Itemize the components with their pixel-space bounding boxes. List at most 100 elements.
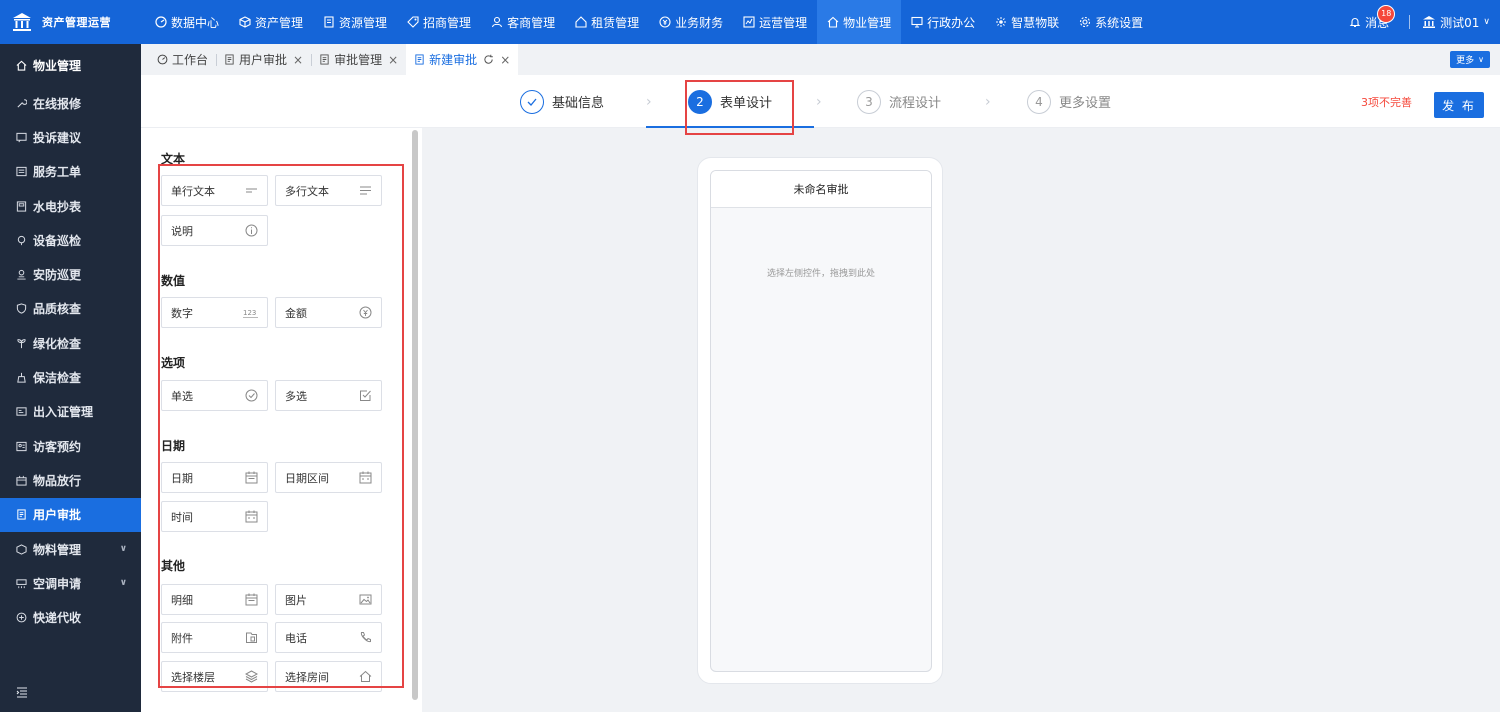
sidebar-item-greening-check[interactable]: 绿化检查: [0, 326, 141, 360]
check-icon: [520, 89, 544, 114]
phone-icon: [360, 632, 371, 643]
broom-icon: [17, 372, 26, 383]
tab-workbench[interactable]: 工作台: [141, 44, 216, 75]
sidebar-item-ac-request[interactable]: 空调申请 ∨: [0, 566, 141, 600]
form-title: 未命名审批: [711, 171, 931, 208]
palette-scrollbar[interactable]: [412, 130, 418, 700]
cube-icon: [239, 16, 251, 28]
top-bar: 资产管理运营 数据中心 资产管理 资源管理 招商管理 客商管理 租赁管理 业务财…: [0, 0, 1500, 44]
control-multi-line-text[interactable]: 多行文本: [275, 175, 382, 206]
control-multi-choice[interactable]: 多选: [275, 380, 382, 411]
home-icon: [16, 60, 27, 71]
home-icon: [827, 16, 839, 28]
topnav-data-center[interactable]: 数据中心: [145, 0, 229, 44]
close-icon[interactable]: ×: [388, 53, 398, 67]
parcel-icon: [16, 612, 27, 623]
step-process-design[interactable]: 3 流程设计: [857, 75, 941, 128]
sidebar-item-equipment-inspection[interactable]: 设备巡检: [0, 223, 141, 257]
tab-user-approval[interactable]: 用户审批 ×: [216, 44, 311, 75]
sidebar-item-parcel[interactable]: 快递代收: [0, 600, 141, 634]
incomplete-warning[interactable]: 3项不完善: [1361, 75, 1412, 128]
step-form-design[interactable]: 2 表单设计: [688, 75, 772, 128]
top-nav: 数据中心 资产管理 资源管理 招商管理 客商管理 租赁管理 业务财务 运营管理: [145, 0, 1153, 44]
control-time[interactable]: 时间: [161, 501, 268, 532]
sidebar-item-work-order[interactable]: 服务工单: [0, 155, 141, 189]
publish-button[interactable]: 发 布: [1434, 92, 1484, 118]
chevron-down-icon: ∨: [1478, 55, 1484, 64]
sidebar-item-meter-reading[interactable]: 水电抄表: [0, 189, 141, 223]
tab-new-approval[interactable]: 新建审批 ×: [406, 44, 519, 75]
step-more-settings[interactable]: 4 更多设置: [1027, 75, 1111, 128]
group-title-date: 日期: [161, 439, 186, 453]
sidebar-item-access-card[interactable]: 出入证管理: [0, 395, 141, 429]
group-title-text: 文本: [161, 152, 186, 166]
ac-icon: [16, 579, 27, 588]
topnav-operation[interactable]: 运营管理: [733, 0, 817, 44]
control-phone[interactable]: 电话: [275, 622, 382, 653]
house-icon: [359, 670, 372, 682]
device-icon: [17, 235, 26, 245]
close-icon[interactable]: ×: [500, 53, 510, 67]
collapse-menu-icon[interactable]: [16, 686, 28, 698]
topnav-resource[interactable]: 资源管理: [313, 0, 397, 44]
sidebar-item-cleaning-check[interactable]: 保洁检查: [0, 360, 141, 394]
sidebar-item-user-approval[interactable]: 用户审批: [0, 497, 141, 532]
image-icon: [359, 594, 372, 605]
sidebar-item-visitor-booking[interactable]: 访客预约: [0, 429, 141, 463]
control-single-line-text[interactable]: 单行文本: [161, 175, 268, 206]
topnav-finance[interactable]: 业务财务: [649, 0, 733, 44]
topnav-settings[interactable]: 系统设置: [1069, 0, 1153, 44]
control-select-floor[interactable]: 选择楼层: [161, 661, 268, 692]
sidebar-item-complaint[interactable]: 投诉建议: [0, 120, 141, 154]
sidebar-item-material[interactable]: 物料管理 ∨: [0, 532, 141, 566]
phone-screen[interactable]: 未命名审批 选择左侧控件，拖拽到此处: [710, 170, 932, 672]
calendar-time-icon: [245, 510, 258, 523]
sidebar-item-online-repair[interactable]: 在线报修: [0, 86, 141, 120]
bank-building-icon: [13, 13, 31, 31]
sidebar-item-security-patrol[interactable]: 安防巡更: [0, 257, 141, 291]
control-date-range[interactable]: 日期区间: [275, 462, 382, 493]
app-logo[interactable]: 资产管理运营: [0, 0, 141, 44]
check-circle-icon: [245, 389, 258, 402]
topnav-iot[interactable]: 智慧物联: [985, 0, 1069, 44]
control-number[interactable]: 数字 123: [161, 297, 268, 328]
chevron-down-icon: ∨: [119, 578, 127, 589]
messages-button[interactable]: 消息 18: [1349, 4, 1396, 31]
step-basic-info[interactable]: 基础信息: [520, 75, 604, 128]
sidebar-item-goods-release[interactable]: 物品放行: [0, 463, 141, 497]
tab-approval-management[interactable]: 审批管理 ×: [311, 44, 406, 75]
refresh-icon[interactable]: [483, 54, 494, 65]
control-date[interactable]: 日期: [161, 462, 268, 493]
control-amount[interactable]: 金额: [275, 297, 382, 328]
control-attachment[interactable]: 附件: [161, 622, 268, 653]
control-select-room[interactable]: 选择房间: [275, 661, 382, 692]
plant-icon: [17, 338, 26, 348]
iot-icon: [996, 17, 1007, 27]
control-single-choice[interactable]: 单选: [161, 380, 268, 411]
control-image[interactable]: 图片: [275, 584, 382, 615]
monitor-icon: [911, 16, 923, 28]
topnav-investment[interactable]: 招商管理: [397, 0, 481, 44]
shield-icon: [16, 303, 27, 315]
single-line-icon: [246, 188, 257, 193]
control-detail[interactable]: 明细: [161, 584, 268, 615]
tabs-more-button[interactable]: 更多 ∨: [1450, 51, 1490, 68]
sidebar-header[interactable]: 物业管理: [0, 44, 141, 86]
topnav-property[interactable]: 物业管理: [817, 0, 902, 44]
chevron-down-icon: ∨: [1483, 17, 1490, 27]
close-icon[interactable]: ×: [293, 53, 303, 67]
user-menu[interactable]: 测试01 ∨: [1422, 14, 1490, 31]
form-canvas: [422, 128, 1500, 712]
building-icon: [324, 16, 334, 28]
number-123-icon: 123: [243, 309, 258, 318]
topnav-lease[interactable]: 租赁管理: [565, 0, 649, 44]
sidebar-item-quality-check[interactable]: 品质核查: [0, 292, 141, 326]
gear-icon: [1080, 16, 1091, 28]
topnav-admin[interactable]: 行政办公: [901, 0, 985, 44]
topnav-merchant[interactable]: 客商管理: [481, 0, 565, 44]
tag-icon: [407, 16, 419, 28]
checkbox-icon: [360, 390, 371, 401]
doc-icon: [415, 54, 424, 65]
topnav-asset[interactable]: 资产管理: [229, 0, 313, 44]
control-description[interactable]: 说明: [161, 215, 268, 246]
